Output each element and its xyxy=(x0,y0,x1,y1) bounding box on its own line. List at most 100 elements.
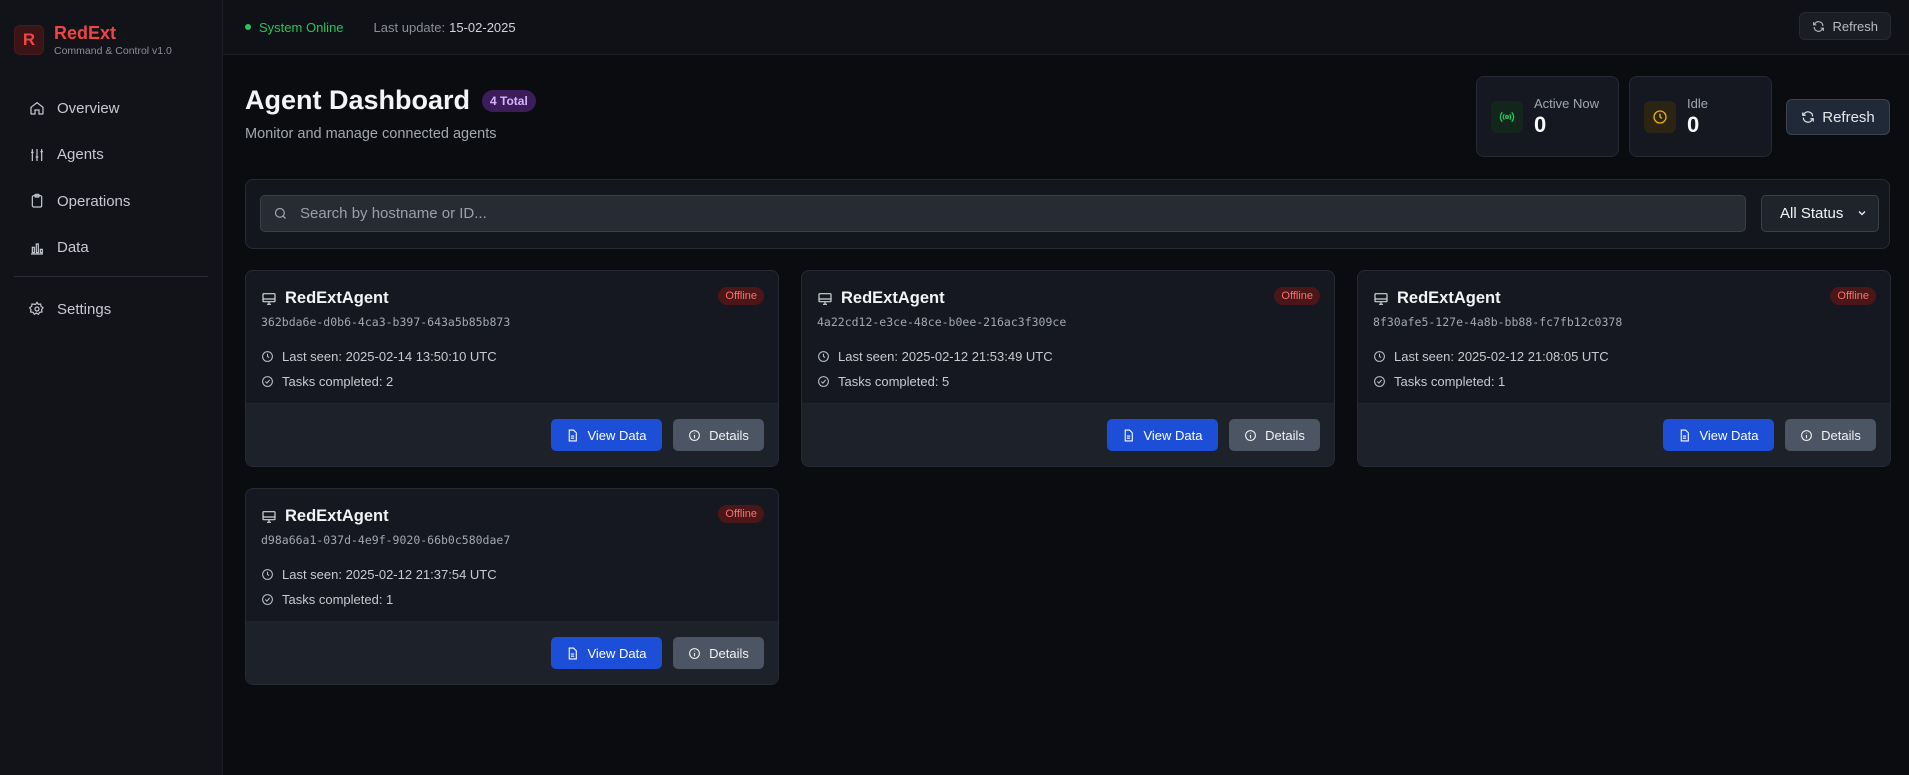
agent-name: RedExtAgent xyxy=(841,289,945,307)
sidebar-item-label: Settings xyxy=(57,300,112,318)
last-seen-text: Last seen: 2025-02-12 21:53:49 UTC xyxy=(838,349,1053,364)
clipboard-icon xyxy=(31,193,43,208)
sidebar-item-data[interactable]: Data xyxy=(0,230,222,266)
details-label: Details xyxy=(1265,427,1305,443)
file-icon xyxy=(569,429,578,441)
sidebar-item-settings[interactable]: Settings xyxy=(0,291,222,327)
info-icon xyxy=(1245,429,1257,441)
stat-idle: Idle 0 xyxy=(1629,76,1772,157)
sidebar-item-agents[interactable]: Agents xyxy=(0,137,222,173)
details-button[interactable]: Details xyxy=(1229,419,1320,451)
info-icon xyxy=(1801,429,1813,441)
bar-chart-icon xyxy=(31,242,43,255)
details-button[interactable]: Details xyxy=(1785,419,1876,451)
tasks-row: Tasks completed: 5 xyxy=(817,374,949,389)
agent-name: RedExtAgent xyxy=(285,289,389,307)
brand[interactable]: R RedExt Command & Control v1.0 xyxy=(0,0,222,58)
view-data-button[interactable]: View Data xyxy=(551,637,662,669)
signal-icon xyxy=(1499,111,1515,122)
agent-card: RedExtAgent Offline d98a66a1-037d-4e9f-9… xyxy=(245,488,779,685)
agent-card: RedExtAgent Offline 4a22cd12-e3ce-48ce-b… xyxy=(801,270,1335,467)
tasks-text: Tasks completed: 1 xyxy=(282,592,394,607)
tasks-text: Tasks completed: 5 xyxy=(838,374,950,389)
sidebar-item-label: Agents xyxy=(57,146,104,163)
last-seen-row: Last seen: 2025-02-12 21:08:05 UTC xyxy=(1373,349,1609,364)
info-icon xyxy=(689,647,701,659)
refresh-button[interactable]: Refresh xyxy=(1786,99,1890,135)
stat-value: 0 xyxy=(1534,111,1547,137)
brand-logo: R xyxy=(14,25,44,55)
monitor-icon xyxy=(262,510,276,523)
last-seen-text: Last seen: 2025-02-14 13:50:10 UTC xyxy=(282,349,497,364)
sidebar-item-label: Operations xyxy=(57,192,131,210)
page-title: Agent Dashboard xyxy=(245,85,471,115)
card-footer: View Data Details xyxy=(246,403,778,466)
last-seen-text: Last seen: 2025-02-12 21:08:05 UTC xyxy=(1394,349,1609,364)
status-badge: Offline xyxy=(1274,287,1320,305)
main-content: Agent Dashboard 4 Total Monitor and mana… xyxy=(245,55,1891,775)
status-badge: Offline xyxy=(718,505,764,523)
view-data-label: View Data xyxy=(1143,427,1203,443)
sidebar-item-label: Overview xyxy=(57,99,120,117)
search-icon xyxy=(274,207,286,219)
last-seen-row: Last seen: 2025-02-12 21:53:49 UTC xyxy=(817,349,1053,364)
view-data-button[interactable]: View Data xyxy=(1107,419,1218,451)
last-seen-row: Last seen: 2025-02-14 13:50:10 UTC xyxy=(261,349,497,364)
agent-id: 362bda6e-d0b6-4ca3-b397-643a5b85b873 xyxy=(261,315,511,329)
view-data-label: View Data xyxy=(1699,427,1759,443)
agent-id: 4a22cd12-e3ce-48ce-b0ee-216ac3f309ce xyxy=(817,315,1067,329)
stat-active-now: Active Now 0 xyxy=(1476,76,1619,157)
sidebar-nav: Overview Agents Operations Data Settings xyxy=(0,90,222,327)
tasks-text: Tasks completed: 1 xyxy=(1394,374,1506,389)
home-icon xyxy=(30,101,44,115)
status-badge: Offline xyxy=(718,287,764,305)
tasks-text: Tasks completed: 2 xyxy=(282,374,394,389)
search-input[interactable] xyxy=(300,205,1700,222)
status-filter-select[interactable]: All Status xyxy=(1761,195,1879,232)
topbar-refresh-button[interactable]: Refresh xyxy=(1799,12,1891,40)
monitor-icon xyxy=(818,292,832,305)
stat-value: 0 xyxy=(1687,111,1700,137)
clock-icon xyxy=(262,569,273,580)
stat-label: Idle xyxy=(1687,95,1708,111)
details-button[interactable]: Details xyxy=(673,637,764,669)
agent-id: 8f30afe5-127e-4a8b-bb88-fc7fb12c0378 xyxy=(1373,315,1623,329)
sidebar-item-overview[interactable]: Overview xyxy=(0,90,222,126)
page-subtitle: Monitor and manage connected agents xyxy=(245,126,497,142)
status-filter-value: All Status xyxy=(1780,205,1844,222)
file-icon xyxy=(569,647,578,659)
view-data-label: View Data xyxy=(587,645,647,661)
details-label: Details xyxy=(709,645,749,661)
nav-divider xyxy=(14,276,208,277)
filter-panel: All Status xyxy=(245,179,1890,249)
total-badge: 4 Total xyxy=(482,89,536,112)
details-button[interactable]: Details xyxy=(673,419,764,451)
clock-icon xyxy=(262,351,273,362)
tasks-row: Tasks completed: 1 xyxy=(1373,374,1505,389)
check-circle-icon xyxy=(818,376,829,387)
topbar: System Online Last update: 15-02-2025 Re… xyxy=(223,0,1909,55)
sidebar-item-label: Data xyxy=(57,239,89,256)
view-data-label: View Data xyxy=(587,427,647,443)
stat-icon-wrap xyxy=(1644,100,1676,133)
refresh-icon xyxy=(1813,20,1825,32)
page-header: Agent Dashboard 4 Total xyxy=(245,85,536,116)
monitor-icon xyxy=(1374,292,1388,305)
card-footer: View Data Details xyxy=(802,403,1334,466)
tasks-row: Tasks completed: 1 xyxy=(261,592,393,607)
details-label: Details xyxy=(1821,427,1861,443)
search-box[interactable] xyxy=(260,195,1746,232)
file-icon xyxy=(1681,429,1690,441)
brand-name: RedExt xyxy=(54,22,117,43)
check-circle-icon xyxy=(1374,376,1385,387)
refresh-icon xyxy=(1802,111,1815,123)
card-footer: View Data Details xyxy=(246,621,778,684)
agent-card: RedExtAgent Offline 8f30afe5-127e-4a8b-b… xyxy=(1357,270,1891,467)
sidebar-item-operations[interactable]: Operations xyxy=(0,183,222,219)
view-data-button[interactable]: View Data xyxy=(551,419,662,451)
brand-subtitle: Command & Control v1.0 xyxy=(54,44,172,57)
view-data-button[interactable]: View Data xyxy=(1663,419,1774,451)
chevron-down-icon xyxy=(1858,211,1866,216)
clock-icon xyxy=(1653,109,1667,124)
file-icon xyxy=(1125,429,1134,441)
